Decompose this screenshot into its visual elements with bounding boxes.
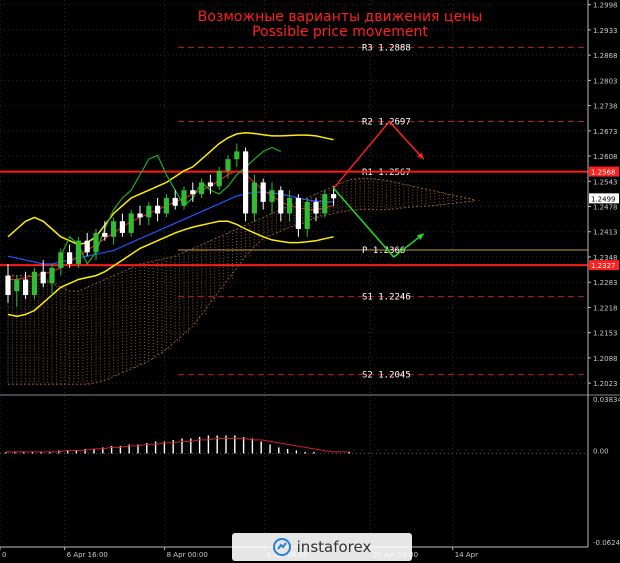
chart-subtitle: Possible price movement [252, 24, 428, 40]
candle-body [31, 271, 37, 296]
candle-body [234, 151, 240, 160]
candle-body [111, 221, 117, 237]
candle-body [322, 194, 328, 214]
candle-body [207, 182, 213, 187]
candle-body [93, 232, 99, 253]
pivot-label: P 1.2366 [362, 246, 405, 256]
candle-body [40, 271, 46, 284]
price-tick-label: 1.2283 [593, 279, 618, 287]
price-tick-label: 1.2998 [593, 2, 618, 10]
price-chart: R3 1.2888R2 1.2697R1 1.2567P 1.2366S1 1.… [0, 0, 620, 563]
price-tick-label: 1.2543 [593, 178, 618, 186]
osc-tick-label: 0.00 [593, 447, 609, 455]
time-tick-label: 0 [2, 551, 6, 559]
candle-body [155, 205, 161, 214]
candle-body [251, 182, 257, 214]
price-tick-label: 1.2218 [593, 304, 618, 312]
candle-body [75, 240, 81, 264]
candle-body [137, 213, 143, 218]
candle-body [181, 190, 187, 206]
instaforex-logo-icon [272, 538, 291, 556]
time-tick-label: 6 Apr 16:00 [67, 551, 108, 559]
watermark-text: instaforex [296, 538, 372, 556]
price-tick-label: 1.2673 [593, 128, 618, 136]
price-tick-label: 1.2088 [593, 355, 618, 363]
candle-body [67, 252, 73, 264]
time-tick-label: 14 Apr [455, 551, 478, 559]
candle-body [119, 221, 125, 233]
chart-title: Возможные варианты движения цены [198, 9, 483, 25]
pivot-label: S1 1.2246 [362, 293, 411, 303]
candle-body [260, 182, 266, 202]
pivot-label: R1 1.2567 [362, 168, 411, 178]
candle-body [5, 275, 11, 296]
candle-body [216, 170, 222, 187]
candle-body [146, 205, 152, 218]
candle-body [243, 151, 249, 214]
candle-body [49, 267, 55, 284]
time-tick-label: 8 Apr 00:00 [167, 551, 208, 559]
price-badge-label: 1.2499 [591, 195, 616, 203]
price-tick-label: 1.2608 [593, 153, 618, 161]
candle-body [287, 197, 293, 214]
price-tick-label: 1.2868 [593, 52, 618, 60]
price-tick-label: 1.2933 [593, 27, 618, 35]
candle-body [313, 201, 319, 214]
candle-body [163, 197, 169, 214]
price-tick-label: 1.2153 [593, 330, 618, 338]
candle-body [331, 194, 337, 199]
price-tick-label: 1.2478 [593, 204, 618, 212]
candle-body [269, 190, 275, 202]
candle-body [225, 159, 231, 171]
price-tick-label: 1.2023 [593, 380, 618, 388]
price-badge-label: 1.2568 [591, 169, 616, 177]
instaforex-watermark: instaforex [232, 533, 412, 561]
candle-body [190, 190, 196, 195]
candle-body [84, 240, 90, 253]
candle-body [58, 252, 64, 268]
price-tick-label: 1.2413 [593, 229, 618, 237]
price-tick-label: 1.2803 [593, 77, 618, 85]
candle-body [14, 279, 20, 292]
candle-body [295, 197, 301, 230]
price-badge-label: 1.2327 [591, 262, 616, 270]
candle-body [199, 182, 205, 195]
candle-body [304, 201, 310, 230]
pivot-label: S2 1.2045 [362, 371, 411, 381]
price-tick-label: 1.2738 [593, 103, 618, 111]
candle-body [102, 232, 108, 237]
pivot-label: R3 1.2888 [362, 43, 411, 53]
osc-tick-label: -0.06247 [593, 539, 620, 547]
chart-background [0, 0, 620, 563]
candle-body [278, 190, 284, 214]
osc-tick-label: 0.03834 [593, 396, 620, 404]
candle-body [23, 279, 29, 296]
candle-body [128, 213, 134, 233]
candle-body [172, 197, 178, 206]
